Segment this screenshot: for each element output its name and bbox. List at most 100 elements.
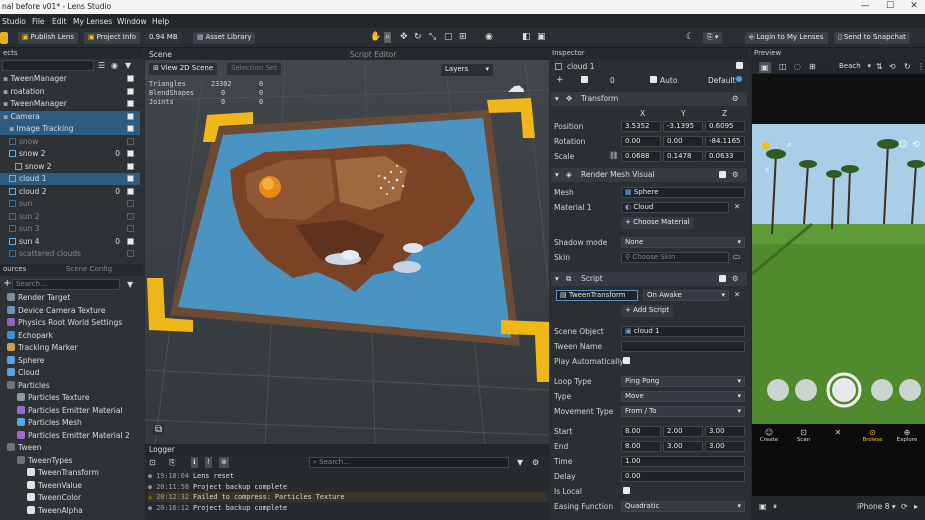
move-tool-icon[interactable]: ✥ [400,33,408,42]
add-component-icon[interactable]: + [556,75,564,85]
pivot-tool-icon[interactable]: ⊞ [459,33,467,42]
location-dropdown[interactable]: Beach ▾ [839,62,871,70]
vector-component-field[interactable]: 8.00 [621,441,661,452]
gear-icon[interactable]: ⚙ [732,92,739,106]
export-log-icon[interactable]: ⎘ [169,458,175,467]
pause-icon[interactable]: ⏸ [773,502,777,511]
position-z-field[interactable]: 0.6095 [705,121,745,132]
script-enabled-checkbox[interactable] [719,275,726,282]
camera-flip-icon[interactable]: ⟲ [889,62,896,71]
preview-tab[interactable]: ⊕ Explore [890,428,924,443]
preview-search-icon[interactable]: ⌕ [787,141,792,150]
rotate-device-icon[interactable]: ⟳ [901,502,908,511]
tree-item[interactable]: snow [0,136,140,148]
menu-studio[interactable]: Studio [2,17,26,26]
script-section-header[interactable]: ▾ ⧉ Script ⚙ [551,272,747,286]
material-field[interactable]: ◐ Cloud [621,202,729,213]
visibility-checkbox[interactable] [127,150,134,157]
preview-add-friend-icon[interactable]: ☺ [898,141,907,150]
objects-search-input[interactable] [2,60,94,71]
adjust-icon[interactable]: ⇅ [876,62,883,71]
resource-item[interactable]: Sphere [0,355,44,368]
scene-gizmo-icon[interactable]: ☁ [507,78,525,96]
visibility-checkbox[interactable] [127,87,134,95]
preview-refresh-icon[interactable]: ◌ [794,62,801,71]
log-row[interactable]: ● 20:11:58 Project backup complete [148,482,548,492]
layer-checkbox[interactable] [581,76,588,83]
menu-window[interactable]: Window [117,17,147,26]
resource-item[interactable]: TweenValue [0,480,82,493]
tree-item[interactable]: ▪ roatation [0,86,140,98]
scale-tool-icon[interactable]: ⤡ [429,33,436,42]
tree-item[interactable]: sun 4 0 [0,236,140,248]
visibility-checkbox[interactable] [127,237,134,245]
vector-component-field[interactable]: 3.00 [663,441,703,452]
video-camera-icon[interactable]: ◧ [522,33,531,42]
script-field-input[interactable]: ▣ cloud 1 [621,326,745,337]
resource-item[interactable]: Tracking Marker [0,342,78,355]
layers-dropdown[interactable]: Layers ▾ [441,64,493,76]
tree-item[interactable]: sun 3 [0,223,140,235]
tree-item[interactable]: ▪ TweenManager [0,98,140,110]
resources-filter-icon[interactable]: ▼ [127,280,133,289]
script-field-dropdown[interactable]: Move ▾ [621,391,745,402]
resource-item[interactable]: Tween [0,442,41,455]
menu-help[interactable]: Help [152,17,169,26]
preview-tab[interactable]: ✕ [821,428,855,437]
preview-more-icon[interactable]: ▸ [914,502,918,511]
render-mesh-section-header[interactable]: ▾ ◈ Render Mesh Visual ⚙ [551,168,747,182]
script-event-dropdown[interactable]: On Awake ▾ [643,290,729,301]
log-row[interactable]: ● 20:16:12 Project backup complete [148,503,548,513]
resource-item[interactable]: Particles Emitter Material 2 [0,430,130,443]
tree-item[interactable]: ▪ Image Tracking [0,123,140,135]
visibility-checkbox[interactable] [127,100,134,107]
record-icon[interactable]: ▣ [759,502,767,511]
preview-camera-icon[interactable]: ▣ [759,62,771,73]
visibility-checkbox[interactable] [127,75,134,82]
list-icon[interactable]: ☰ [98,61,105,70]
tree-item[interactable]: scattered clouds [0,248,140,260]
eye-icon[interactable]: ◉ [111,61,118,70]
tree-item[interactable]: ▪ Camera [0,110,140,123]
selection-set-button[interactable]: Selection Set [227,63,281,75]
preview-flash-icon[interactable]: ⚡ [764,167,770,176]
error-filter-icon[interactable]: ⊗ [219,457,229,468]
rect-tool-icon[interactable]: ▢ [444,33,453,42]
send-to-snapchat-button[interactable]: ▯ Send to Snapchat [834,32,910,44]
tab-resources[interactable]: ources [3,265,26,273]
shadow-mode-dropdown[interactable]: None ▾ [621,237,745,248]
preview-flip-icon[interactable]: ⟲ [912,141,920,150]
snapshot-icon[interactable]: ▣ [537,33,546,42]
gear-icon[interactable]: ⚙ [732,272,739,286]
script-field-input[interactable] [621,341,745,352]
tree-item[interactable]: snow 2 0 [0,148,140,160]
visibility-checkbox[interactable] [127,200,134,207]
gear-icon[interactable]: ⚙ [732,168,739,182]
menu-my-lenses[interactable]: My Lenses [73,17,112,26]
warning-filter-icon[interactable]: ! [205,457,212,468]
log-row[interactable]: ⚠ 20:12:32 Failed to compress: Particles… [148,492,548,502]
tree-item[interactable]: ▪ TweenManager [0,73,140,85]
folder-icon[interactable]: ▭ [733,252,740,261]
resource-item[interactable]: Particles [0,380,50,393]
tab-scene[interactable]: Scene [149,50,172,59]
clear-log-icon[interactable]: ⊡ [149,458,156,467]
preview-menu-icon[interactable]: ⋮ [917,62,925,71]
remove-script-icon[interactable]: ✕ [734,290,740,299]
logger-settings-icon[interactable]: ⚙ [532,458,539,467]
tree-item[interactable]: sun [0,198,140,210]
script-field-input[interactable]: 0.00 [621,471,745,482]
preview-media-icon[interactable]: ◫ [779,62,787,71]
scene-viewport[interactable]: ⊞ View 2D Scene Selection Set Layers ▾ Tri… [145,60,549,444]
login-button[interactable]: ⎆ Login to My Lenses [745,32,828,44]
visibility-checkbox[interactable] [127,162,134,170]
preview-tab[interactable]: ⊙ Browse [856,428,890,443]
visibility-checkbox[interactable] [127,125,134,132]
moon-icon[interactable]: ☾ [686,33,694,42]
resource-item[interactable]: Device Camera Texture [0,305,105,318]
camera-rotate-icon[interactable]: ⧉ [153,424,165,435]
view-2d-scene-button[interactable]: ⊞ View 2D Scene [149,63,218,75]
hand-tool-icon[interactable]: ✋ [370,33,381,42]
reset-preview-icon[interactable]: ↻ [904,62,911,71]
resource-item[interactable]: Echopark [0,330,53,343]
